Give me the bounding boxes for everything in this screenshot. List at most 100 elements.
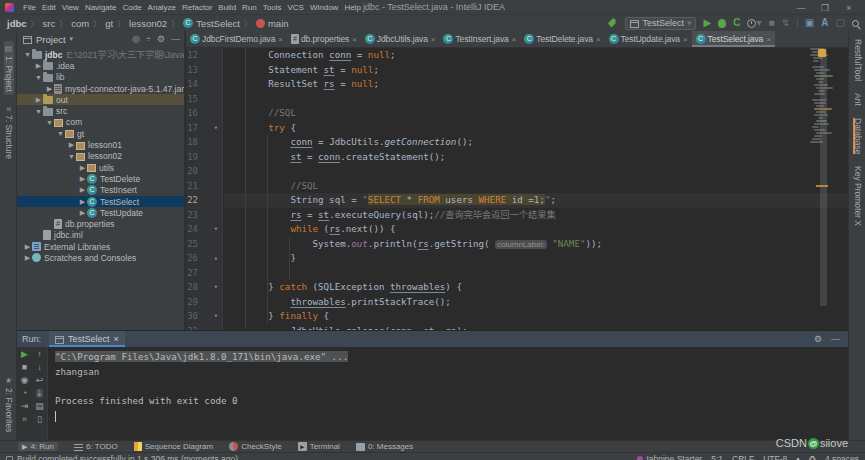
run-button[interactable]: ▶: [703, 18, 711, 28]
coverage-button[interactable]: C: [733, 18, 740, 28]
tree-expand-arrow[interactable]: ▼: [34, 74, 43, 81]
printer-button[interactable]: ▤: [35, 402, 44, 411]
exit-button[interactable]: ⇥: [21, 402, 29, 411]
project-folder-button[interactable]: ▣: [805, 18, 814, 28]
tree-item-externallibraries[interactable]: ▶External Libraries: [17, 241, 184, 252]
tree-item-.idea[interactable]: ▶.idea: [17, 60, 184, 71]
more-button[interactable]: »: [22, 415, 27, 424]
window-minimize-button[interactable]: —: [789, 3, 813, 13]
menu-code[interactable]: Code: [119, 3, 144, 12]
editor-tab-testinsert.java[interactable]: CTestInsert.java×: [439, 31, 520, 47]
tab-close-icon[interactable]: ×: [766, 35, 771, 44]
breadcrumb-item-testselect[interactable]: CTestSelect: [183, 18, 240, 29]
translate-button[interactable]: A: [821, 18, 828, 28]
code-editor[interactable]: 121314151617▾18192021222324▾2526▴2728▾29…: [186, 48, 848, 330]
menu-navigate[interactable]: Navigate: [82, 3, 120, 12]
menu-file[interactable]: File: [20, 3, 39, 12]
tab-close-icon[interactable]: ×: [683, 35, 688, 44]
tree-item-out[interactable]: ▶out: [17, 94, 184, 105]
tree-item-mysql-connector-java-5.1.47.jar[interactable]: ▶mysql-connector-java-5.1.47.jar: [17, 83, 184, 94]
editor-tab-testdelete.java[interactable]: CTestDelete.java×: [520, 31, 604, 47]
tree-item-lesson01[interactable]: ▶lesson01: [17, 139, 184, 150]
menu-vcs[interactable]: VCS: [284, 3, 306, 12]
tree-expand-arrow[interactable]: ▶: [78, 198, 87, 206]
menu-view[interactable]: View: [59, 3, 82, 12]
minimap-slider[interactable]: [820, 48, 827, 306]
camera-button[interactable]: ◉: [21, 376, 29, 385]
console-output[interactable]: "C:\Program Files\Java\jdk1.8.0_171\bin\…: [48, 347, 848, 440]
toolwindow-button-4run[interactable]: ▶4: Run: [18, 442, 58, 451]
tree-item-lesson02[interactable]: ▼lesson02: [17, 151, 184, 162]
tree-item-jdbc.iml[interactable]: jdbc.iml: [17, 230, 184, 241]
stripe-button-1project[interactable]: ▤1: Project: [4, 41, 14, 95]
breadcrumb-item-gt[interactable]: gt: [105, 18, 113, 29]
menu-help[interactable]: Help: [341, 3, 363, 12]
tree-expand-arrow[interactable]: ▼: [45, 119, 54, 126]
fold-marker[interactable]: ▾: [214, 222, 218, 237]
menu-edit[interactable]: Edit: [39, 3, 59, 12]
status-item-51[interactable]: 5:1: [711, 454, 723, 460]
tab-close-icon[interactable]: ×: [596, 35, 601, 44]
status-item-crlf[interactable]: CRLF: [732, 454, 754, 460]
menu-tools[interactable]: Tools: [260, 3, 285, 12]
inspections-indicator[interactable]: [818, 49, 826, 57]
tab-close-icon[interactable]: ×: [278, 35, 283, 44]
settings-gear-icon[interactable]: ⚙: [157, 34, 165, 44]
breadcrumb-item-jdbc[interactable]: jdbc: [7, 18, 27, 29]
tree-expand-arrow[interactable]: ▼: [23, 51, 32, 58]
tree-expand-arrow[interactable]: ▶: [78, 186, 87, 194]
locate-icon[interactable]: ◎: [132, 34, 140, 44]
breadcrumb-item-lesson02[interactable]: lesson02: [129, 18, 167, 29]
tree-expand-arrow[interactable]: ▶: [67, 141, 76, 149]
tree-item-testselect[interactable]: ▶CTestSelect: [17, 196, 184, 207]
fold-marker[interactable]: ▴: [214, 251, 218, 266]
tree-expand-arrow[interactable]: ▶: [78, 175, 87, 183]
window-close-button[interactable]: ×: [837, 3, 861, 13]
tree-item-utils[interactable]: ▶utils: [17, 162, 184, 173]
tree-item-jdbc[interactable]: ▼jdbcE:\2021学习\大三下学期\JavaEE开发\my: [17, 49, 184, 60]
stripe-button-keypromoterx[interactable]: Key Promoter X: [853, 166, 863, 226]
menu-analyze[interactable]: Analyze: [145, 3, 179, 12]
tree-item-testinsert[interactable]: ▶CTestInsert: [17, 185, 184, 196]
toolwindow-button-terminal[interactable]: ▸Terminal: [298, 442, 340, 451]
editor-tab-jdbcfirstdemo.java[interactable]: CJdbcFirstDemo.java×: [186, 31, 287, 47]
trash-button[interactable]: ▯: [37, 415, 42, 424]
status-item-recycle[interactable]: ♻: [808, 454, 816, 460]
window-maximize-button[interactable]: ❐: [813, 3, 837, 13]
project-panel-title[interactable]: Project ▾: [23, 34, 73, 45]
stripe-button-ant[interactable]: Ant: [853, 93, 863, 106]
tree-expand-arrow[interactable]: ▼: [34, 108, 43, 115]
tree-expand-arrow[interactable]: ▼: [67, 153, 76, 160]
tree-expand-arrow[interactable]: ▶: [78, 209, 87, 217]
status-item-4spaces[interactable]: 4 spaces: [825, 454, 859, 460]
tab-close-icon[interactable]: ×: [512, 35, 517, 44]
run-tab-close-icon[interactable]: ×: [114, 334, 119, 344]
tab-close-icon[interactable]: ×: [431, 35, 436, 44]
run-config-selector[interactable]: TestSelect▾: [625, 17, 696, 30]
collapse-all-icon[interactable]: ÷: [146, 34, 151, 44]
search-button[interactable]: [852, 20, 859, 27]
breadcrumb-item-com[interactable]: com: [71, 18, 89, 29]
tree-item-com[interactable]: ▼com: [17, 117, 184, 128]
tree-expand-arrow[interactable]: ▶: [34, 62, 43, 70]
toolwindow-button-6todo[interactable]: 6: TODO: [74, 442, 118, 451]
fold-marker[interactable]: ▾: [214, 280, 218, 295]
menu-window[interactable]: Window: [307, 3, 341, 12]
tree-expand-arrow[interactable]: ▼: [56, 130, 65, 137]
hide-panel-icon[interactable]: —: [831, 334, 840, 344]
editor-tab-db.properties[interactable]: #db.properties×: [287, 31, 361, 47]
menu-run[interactable]: Run: [239, 3, 260, 12]
stripe-button-database[interactable]: Database: [853, 118, 863, 154]
stop-button[interactable]: ■: [768, 18, 774, 28]
tree-expand-arrow[interactable]: ▶: [23, 254, 32, 262]
tree-item-gt[interactable]: ▼gt: [17, 128, 184, 139]
fold-marker[interactable]: ▾: [214, 309, 218, 324]
toolwindow-button-sequencediagram[interactable]: Sequence Diagram: [134, 442, 213, 451]
breadcrumb-item-main[interactable]: main: [256, 18, 289, 29]
stripe-button-7structure[interactable]: ≡7: Structure: [4, 107, 14, 159]
toolwindow-button-0messages[interactable]: 0: Messages: [356, 442, 413, 451]
fold-marker[interactable]: ▾: [214, 121, 218, 136]
status-item-lock[interactable]: ▪: [796, 454, 799, 460]
status-item-utf8[interactable]: UTF-8: [763, 454, 787, 460]
tree-expand-arrow[interactable]: ▶: [45, 85, 54, 93]
